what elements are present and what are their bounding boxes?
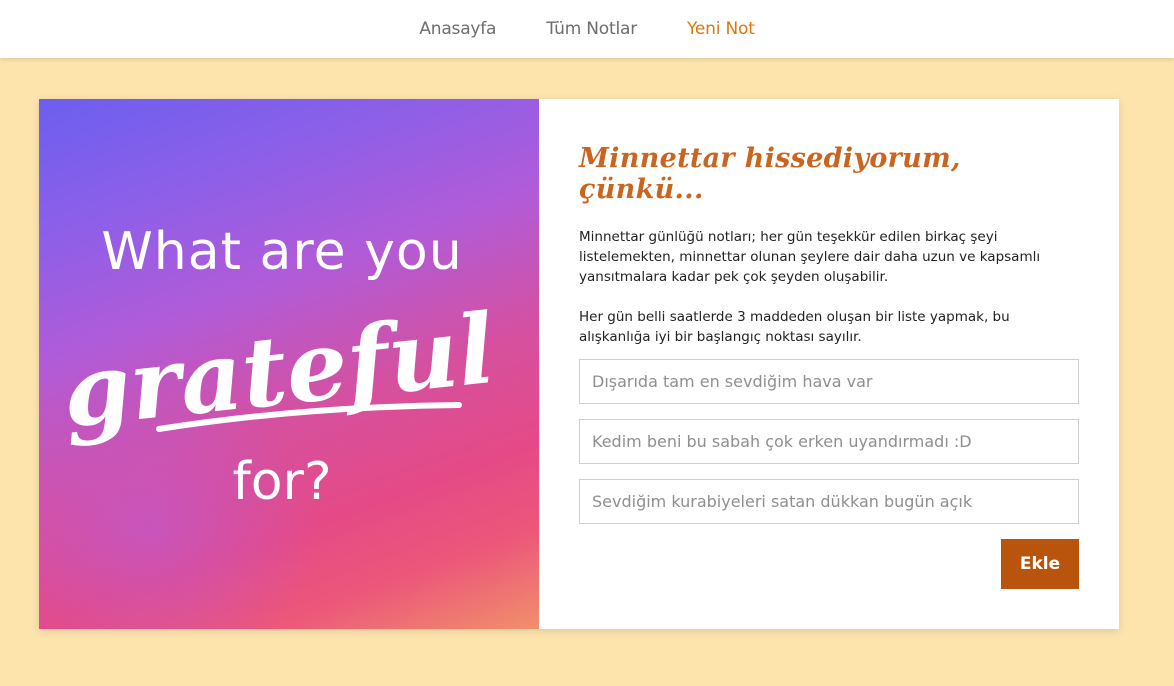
hero-line-3: for? <box>232 452 331 512</box>
gratitude-input-3[interactable] <box>579 479 1079 524</box>
gratitude-input-1[interactable] <box>579 359 1079 404</box>
nav-link-home[interactable]: Anasayfa <box>419 19 496 39</box>
gratitude-input-2[interactable] <box>579 419 1079 464</box>
gratitude-inputs <box>579 359 1079 539</box>
new-note-card: What are you grateful for? Minnettar his… <box>39 99 1119 629</box>
top-navigation: Anasayfa Tüm Notlar Yeni Not <box>0 0 1174 58</box>
nav-link-new-note[interactable]: Yeni Not <box>687 19 755 39</box>
grateful-hero-image: What are you grateful for? <box>39 99 539 629</box>
hero-line-2: grateful <box>57 292 499 450</box>
add-note-button[interactable]: Ekle <box>1001 539 1079 589</box>
intro-paragraph: Minnettar günlüğü notları; her gün teşek… <box>579 229 1041 285</box>
nav-link-all-notes[interactable]: Tüm Notlar <box>546 19 637 39</box>
hero-text-art: What are you grateful for? <box>57 222 499 512</box>
tip-paragraph: Her gün belli saatlerde 3 maddeden oluşa… <box>579 309 1010 345</box>
form-title: Minnettar hissediyorum, çünkü... <box>579 143 961 205</box>
note-form-panel: Minnettar hissediyorum, çünkü... Minnett… <box>539 99 1119 629</box>
hero-line-1: What are you <box>101 222 462 282</box>
